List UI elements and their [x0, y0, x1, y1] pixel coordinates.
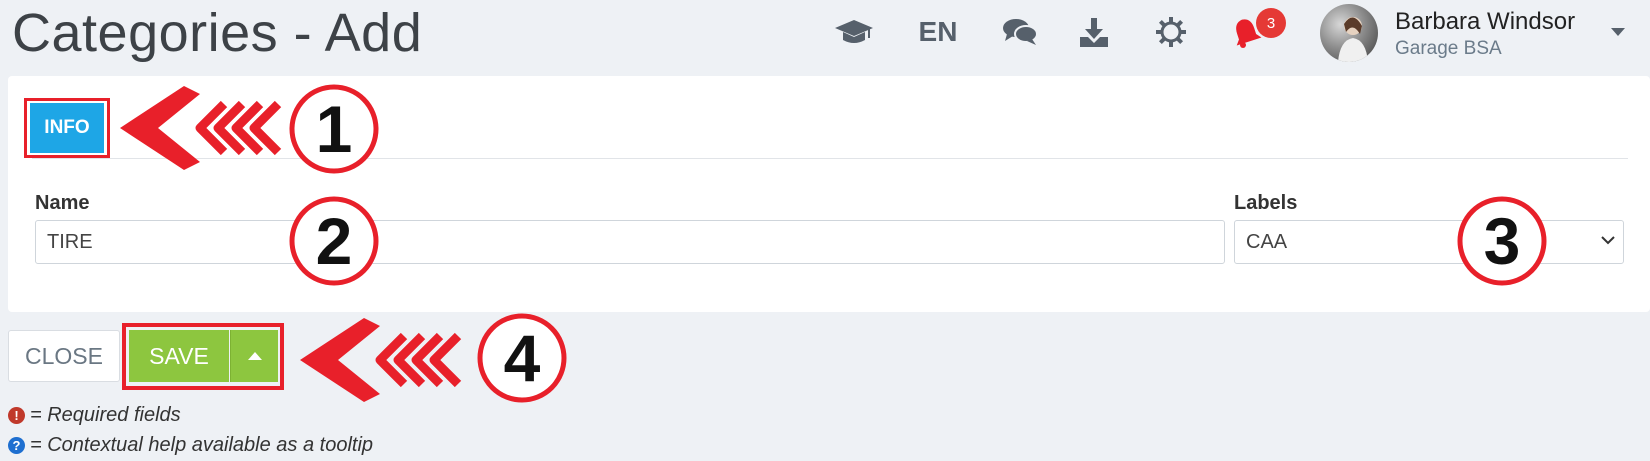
name-label: Name — [35, 192, 90, 214]
graduation-cap-icon[interactable] — [832, 14, 876, 50]
chevron-down-icon[interactable] — [1600, 233, 1616, 251]
notification-badge: 3 — [1256, 8, 1286, 38]
name-field[interactable] — [35, 220, 1225, 264]
tab-info[interactable]: INFO — [30, 103, 104, 153]
avatar[interactable] — [1320, 4, 1378, 62]
help-legend: ? = Contextual help available as a toolt… — [8, 434, 373, 457]
labels-select[interactable]: CAA — [1234, 220, 1624, 264]
caret-up-icon — [247, 352, 262, 360]
required-icon: ! — [8, 407, 25, 424]
annotation-marker-2: 2 — [288, 195, 380, 287]
chat-icon[interactable] — [1000, 14, 1040, 50]
gear-icon[interactable] — [1153, 14, 1189, 50]
chevron-down-icon[interactable] — [1610, 24, 1626, 42]
labels-select-value: CAA — [1246, 230, 1288, 253]
language-selector[interactable]: EN — [913, 14, 963, 50]
close-button[interactable]: CLOSE — [8, 330, 120, 382]
save-options-button[interactable] — [230, 330, 278, 382]
required-legend: ! = Required fields — [8, 404, 181, 427]
labels-label: Labels — [1234, 192, 1298, 214]
page-title: Categories - Add — [12, 3, 423, 63]
required-legend-text: = Required fields — [30, 404, 181, 426]
annotation-arrow-icon — [300, 318, 462, 402]
user-company: Garage BSA — [1395, 38, 1502, 59]
annotation-marker-3: 3 — [1456, 195, 1548, 287]
annotation-marker-4: 4 — [476, 312, 568, 404]
help-legend-text: = Contextual help available as a tooltip — [30, 434, 374, 456]
help-icon: ? — [8, 437, 25, 454]
user-name[interactable]: Barbara Windsor — [1395, 8, 1575, 36]
annotation-arrow-icon — [120, 86, 282, 170]
annotation-marker-1: 1 — [288, 83, 380, 175]
save-button[interactable]: SAVE — [129, 330, 229, 382]
download-icon[interactable] — [1076, 14, 1112, 50]
